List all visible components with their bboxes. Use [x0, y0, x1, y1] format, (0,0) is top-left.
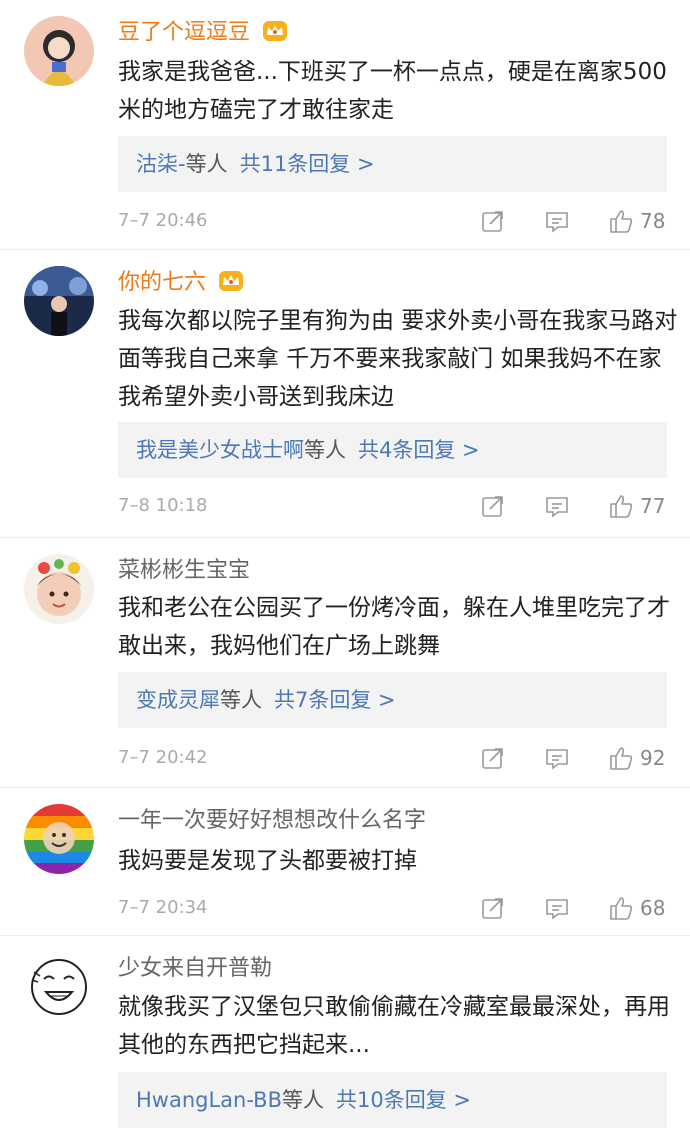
avatar-image: [24, 16, 94, 86]
reply-count-link[interactable]: 共7条回复 >: [274, 688, 396, 712]
comment-meta: 7–7 20:34 68: [118, 891, 678, 925]
reply-users[interactable]: 我是美少女战士啊: [136, 438, 304, 462]
share-icon: [482, 496, 503, 517]
comment-time: 7–8 10:18: [118, 495, 208, 516]
username[interactable]: 一年一次要好好想想改什么名字: [118, 804, 426, 838]
share-icon: [482, 211, 503, 232]
comment-time: 7–7 20:34: [118, 897, 208, 918]
comment-button[interactable]: [544, 489, 570, 523]
reply-users[interactable]: 变成灵犀: [136, 688, 220, 712]
like-button[interactable]: 77: [608, 489, 665, 523]
comment-text: 我每次都以院子里有狗为由 要求外卖小哥在我家马路对面等我自己来拿 千万不要来我家…: [118, 308, 678, 410]
replies-summary[interactable]: HwangLan-BB等人 共10条回复 >: [118, 1072, 667, 1128]
reply-users-suffix: 等人: [220, 688, 262, 712]
share-icon: [482, 898, 503, 919]
crown-icon: [263, 21, 288, 41]
crown-icon: [219, 271, 244, 291]
username[interactable]: 菜彬彬生宝宝: [118, 554, 250, 588]
like-count: 68: [640, 896, 666, 920]
username[interactable]: 你的七六: [118, 266, 244, 300]
like-icon: [610, 495, 633, 518]
like-button[interactable]: 78: [608, 204, 665, 238]
comment-meta: 7–7 20:46 78: [118, 204, 678, 238]
comment-text: 我和老公在公园买了一份烤冷面，躲在人堆里吃完了才敢出来，我妈他们在广场上跳舞: [118, 595, 670, 659]
comment-icon: [546, 749, 568, 770]
comment-text: 我妈要是发现了头都要被打掉: [118, 848, 417, 874]
comment-time: 7–7 20:46: [118, 210, 208, 231]
comment-icon: [546, 212, 568, 233]
comment-icon: [546, 899, 568, 920]
reply-count-link[interactable]: 共4条回复 >: [358, 438, 480, 462]
reply-users-suffix: 等人: [282, 1088, 324, 1112]
reply-count-link[interactable]: 共11条回复 >: [240, 152, 375, 176]
share-button[interactable]: [480, 489, 506, 523]
comment-button[interactable]: [544, 891, 570, 925]
comment-text: 我家是我爸爸...下班买了一杯一点点，硬是在离家500米的地方磕完了才敢往家走: [118, 59, 667, 123]
comment-meta: 7–8 10:18 77: [118, 489, 678, 523]
avatar-image: [24, 266, 94, 336]
comment-item: 菜彬彬生宝宝 我和老公在公园买了一份烤冷面，躲在人堆里吃完了才敢出来，我妈他们在…: [0, 538, 690, 788]
username[interactable]: 少女来自开普勒: [118, 952, 272, 986]
avatar[interactable]: [24, 952, 94, 1022]
reply-users[interactable]: 沽柒-: [136, 152, 186, 176]
username-text[interactable]: 菜彬彬生宝宝: [118, 558, 250, 583]
comment-list: 豆了个逗逗豆 我家是我爸爸...下班买了一杯一点点，硬是在离家500米的地方磕完…: [0, 0, 690, 1128]
username[interactable]: 豆了个逗逗豆: [118, 16, 288, 50]
reply-users-suffix: 等人: [304, 438, 346, 462]
like-count: 92: [640, 746, 666, 770]
username-text[interactable]: 少女来自开普勒: [118, 956, 272, 981]
username-text[interactable]: 你的七六: [118, 270, 206, 295]
like-count: 77: [640, 494, 666, 518]
avatar[interactable]: [24, 266, 94, 336]
comment-item: 一年一次要好好想想改什么名字 我妈要是发现了头都要被打掉 7–7 20:34 6…: [0, 788, 690, 936]
avatar[interactable]: [24, 16, 94, 86]
like-button[interactable]: 68: [608, 891, 665, 925]
like-icon: [610, 210, 633, 233]
username-text[interactable]: 豆了个逗逗豆: [118, 20, 250, 45]
comment-item: 你的七六 我每次都以院子里有狗为由 要求外卖小哥在我家马路对面等我自己来拿 千万…: [0, 250, 690, 538]
comment-item: 少女来自开普勒 就像我买了汉堡包只敢偷偷藏在冷藏室最最深处，再用其他的东西把它挡…: [0, 936, 690, 1128]
comment-item: 豆了个逗逗豆 我家是我爸爸...下班买了一杯一点点，硬是在离家500米的地方磕完…: [0, 0, 690, 250]
comment-text: 就像我买了汉堡包只敢偷偷藏在冷藏室最最深处，再用其他的东西把它挡起来...: [118, 994, 670, 1058]
reply-users[interactable]: HwangLan-BB: [136, 1088, 282, 1112]
comment-time: 7–7 20:42: [118, 747, 208, 768]
comment-meta: 7–7 20:42 92: [118, 741, 678, 775]
avatar-image: [24, 952, 94, 1022]
comment-icon: [546, 497, 568, 518]
username-text[interactable]: 一年一次要好好想想改什么名字: [118, 808, 426, 833]
share-button[interactable]: [480, 741, 506, 775]
reply-users-suffix: 等人: [185, 152, 228, 176]
avatar[interactable]: [24, 804, 94, 874]
replies-summary[interactable]: 变成灵犀等人 共7条回复 >: [118, 672, 667, 728]
comment-button[interactable]: [544, 741, 570, 775]
replies-summary[interactable]: 我是美少女战士啊等人 共4条回复 >: [118, 422, 667, 478]
like-icon: [610, 897, 633, 920]
like-button[interactable]: 92: [608, 741, 665, 775]
share-button[interactable]: [480, 204, 506, 238]
avatar-image: [24, 804, 94, 874]
reply-count-link[interactable]: 共10条回复 >: [336, 1088, 471, 1112]
comment-button[interactable]: [544, 204, 570, 238]
replies-summary[interactable]: 沽柒-等人 共11条回复 >: [118, 136, 667, 192]
like-count: 78: [640, 209, 666, 233]
avatar-image: [24, 554, 94, 624]
like-icon: [610, 747, 633, 770]
share-button[interactable]: [480, 891, 506, 925]
avatar[interactable]: [24, 554, 94, 624]
share-icon: [482, 748, 503, 769]
